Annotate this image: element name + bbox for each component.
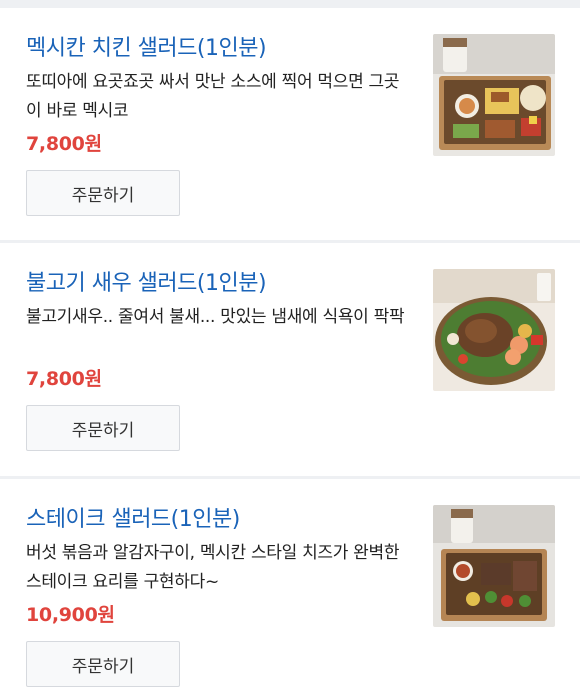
menu-item-title[interactable]: 불고기 새우 샐러드(1인분) — [26, 265, 267, 297]
order-button[interactable]: 주문하기 — [26, 641, 180, 687]
menu-item-description: 또띠아에 요곳죠곳 싸서 맛난 소스에 찍어 먹으면 그곳이 바로 멕시코 — [26, 72, 400, 121]
order-button[interactable]: 주문하기 — [26, 405, 180, 451]
menu-item-photo[interactable] — [433, 269, 555, 391]
menu-item-title[interactable]: 멕시칸 치킨 샐러드(1인분) — [26, 30, 267, 62]
menu-item-description: 버섯 볶음과 알감자구이, 멕시칸 스타일 치즈가 완벽한 스테이크 요리를 구… — [26, 543, 400, 592]
menu-item-card[interactable]: 멕시칸 치킨 샐러드(1인분) 또띠아에 요곳죠곳 싸서 맛난 소스에 찍어 먹… — [0, 8, 580, 240]
menu-item-price: 7,800원 — [26, 133, 102, 155]
menu-list: 멕시칸 치킨 샐러드(1인분) 또띠아에 요곳죠곳 싸서 맛난 소스에 찍어 먹… — [0, 0, 580, 699]
menu-item-title[interactable]: 스테이크 샐러드(1인분) — [26, 501, 240, 533]
menu-item-card[interactable]: 스테이크 샐러드(1인분) 버섯 볶음과 알감자구이, 멕시칸 스타일 치즈가 … — [0, 479, 580, 699]
order-button[interactable]: 주문하기 — [26, 170, 180, 216]
menu-item-price: 10,900원 — [26, 604, 115, 626]
menu-item-photo[interactable] — [433, 505, 555, 627]
menu-item-description: 불고기새우.. 줄여서 불새... 맛있는 냄새에 식욕이 팍팍 — [26, 307, 405, 327]
menu-item-photo[interactable] — [433, 34, 555, 156]
menu-item-price: 7,800원 — [26, 368, 102, 390]
menu-item-card[interactable]: 불고기 새우 샐러드(1인분) 불고기새우.. 줄여서 불새... 맛있는 냄새… — [0, 243, 580, 476]
